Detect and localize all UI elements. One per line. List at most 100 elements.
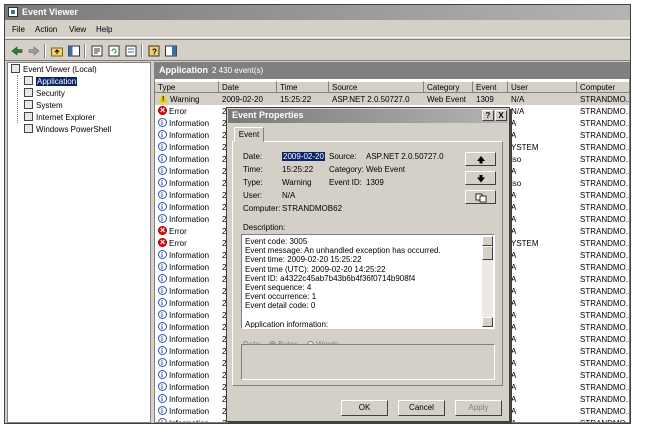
refresh-icon[interactable] <box>107 44 121 58</box>
date-value[interactable]: 2009-02-20 <box>282 152 325 161</box>
date-label: Date: <box>243 152 263 161</box>
tree-line <box>17 75 18 123</box>
information-icon <box>158 334 167 345</box>
title-bar[interactable]: Event Viewer <box>5 5 630 20</box>
show-hide-pane-icon[interactable] <box>164 44 178 58</box>
cell-type: Information <box>158 382 218 393</box>
cell-time: 15:25:22 <box>280 95 312 104</box>
description-scrollbar[interactable] <box>482 236 493 327</box>
cell-user: iso <box>511 155 522 164</box>
show-tree-icon[interactable] <box>67 44 81 58</box>
description-label: Description: <box>243 223 286 232</box>
tree-item-security[interactable]: Security <box>24 88 65 99</box>
screenshot-frame: Event Viewer File Action View Help ? Eve… <box>0 0 660 437</box>
time-value: 15:25:22 <box>282 165 314 174</box>
menu-file[interactable]: File <box>12 25 25 34</box>
menu-view[interactable]: View <box>69 25 86 34</box>
cell-type: Information <box>158 250 218 261</box>
cell-event: 1309 <box>476 95 494 104</box>
copy-button[interactable] <box>465 190 496 204</box>
description-line: Event time (UTC): 2009-02-20 14:25:22 <box>245 264 386 274</box>
help-button[interactable]: ? <box>482 110 494 121</box>
tree-item-internet-explorer[interactable]: Internet Explorer <box>24 112 95 123</box>
type-text: Information <box>169 359 210 368</box>
column-header-time[interactable]: Time <box>277 81 329 93</box>
cell-computer: STRANDMO... <box>580 179 630 188</box>
information-icon <box>158 298 167 309</box>
scroll-thumb[interactable] <box>482 246 493 260</box>
cell-computer: STRANDMO... <box>580 191 630 200</box>
cell-user: YSTEM <box>511 239 539 248</box>
description-line: Event sequence: 4 <box>245 283 312 292</box>
properties-icon[interactable] <box>90 44 104 58</box>
window-title: Event Viewer <box>22 7 78 17</box>
tab-event[interactable]: Event <box>234 127 264 142</box>
column-header-source[interactable]: Source <box>329 81 424 93</box>
type-text: Information <box>169 263 210 272</box>
cell-computer: STRANDMO... <box>580 287 630 296</box>
cell-computer: STRANDMO... <box>580 323 630 332</box>
cell-computer: STRANDMO... <box>580 395 630 404</box>
category-value: Web Event <box>366 165 405 174</box>
tree-pane: Event Viewer (Local) Application Securit… <box>7 62 151 423</box>
cell-user: A <box>511 215 517 224</box>
cancel-button[interactable]: Cancel <box>398 400 445 416</box>
table-row[interactable]: Warning 2009-02-20 15:25:22 ASP.NET 2.0.507… <box>155 93 629 105</box>
close-button[interactable]: X <box>495 110 507 121</box>
scroll-up-button[interactable] <box>482 236 493 246</box>
column-header-category[interactable]: Category <box>424 81 473 93</box>
tree-item-application[interactable]: Application <box>24 76 78 87</box>
information-icon <box>158 250 167 261</box>
column-header-date[interactable]: Date <box>219 81 277 93</box>
description-line: Event code: 3005 <box>245 237 308 246</box>
column-header-user[interactable]: User <box>508 81 577 93</box>
cell-type: Information <box>158 310 218 321</box>
type-label: Type: <box>243 178 263 187</box>
cell-user: A <box>511 203 517 212</box>
next-event-button[interactable] <box>465 171 496 185</box>
ok-button[interactable]: OK <box>341 400 388 416</box>
information-icon <box>158 358 167 369</box>
previous-event-button[interactable] <box>465 152 496 166</box>
information-icon <box>158 130 167 141</box>
down-arrow-icon <box>476 175 485 183</box>
tree-item-system[interactable]: System <box>24 100 63 111</box>
event-count: 2 430 event(s) <box>212 66 264 75</box>
copy-icon <box>475 193 486 203</box>
cell-computer: STRANDMO... <box>580 203 630 212</box>
cell-computer: STRANDMO... <box>580 131 630 140</box>
type-text: Information <box>169 155 210 164</box>
cell-user: A <box>511 227 517 236</box>
description-text[interactable]: Event code: 3005 Event message: An unhand… <box>241 234 495 329</box>
cell-type: Information <box>158 178 218 189</box>
cell-user: A <box>511 119 517 128</box>
cell-computer: STRANDMO... <box>580 371 630 380</box>
cell-type: Information <box>158 214 218 225</box>
apply-button[interactable]: Apply <box>455 400 502 416</box>
cell-computer: STRANDMO... <box>580 418 629 422</box>
scroll-down-button[interactable] <box>482 317 493 327</box>
cell-type: Information <box>158 118 218 129</box>
column-header-type[interactable]: Type <box>155 81 219 93</box>
information-icon <box>158 190 167 201</box>
cell-type: Information <box>158 274 218 285</box>
dialog-title-bar[interactable]: Event Properties ? X <box>228 109 508 123</box>
up-folder-icon[interactable] <box>50 44 64 58</box>
information-icon <box>158 346 167 357</box>
cell-user: A <box>511 311 517 320</box>
type-text: Information <box>169 335 210 344</box>
computer-value: STRANDMOB62 <box>282 204 343 213</box>
column-header-event[interactable]: Event <box>473 81 508 93</box>
forward-arrow-icon[interactable] <box>27 44 41 58</box>
information-icon <box>158 202 167 213</box>
help-icon[interactable]: ? <box>147 44 161 58</box>
information-icon <box>158 214 167 225</box>
menu-action[interactable]: Action <box>35 25 57 34</box>
type-text: Information <box>169 383 210 392</box>
back-arrow-icon[interactable] <box>10 44 24 58</box>
menu-help[interactable]: Help <box>96 25 112 34</box>
tree-root[interactable]: Event Viewer (Local) <box>11 64 97 75</box>
export-list-icon[interactable] <box>124 44 138 58</box>
column-header-computer[interactable]: Computer <box>577 81 629 93</box>
tree-item-windows-powershell[interactable]: Windows PowerShell <box>24 124 111 135</box>
